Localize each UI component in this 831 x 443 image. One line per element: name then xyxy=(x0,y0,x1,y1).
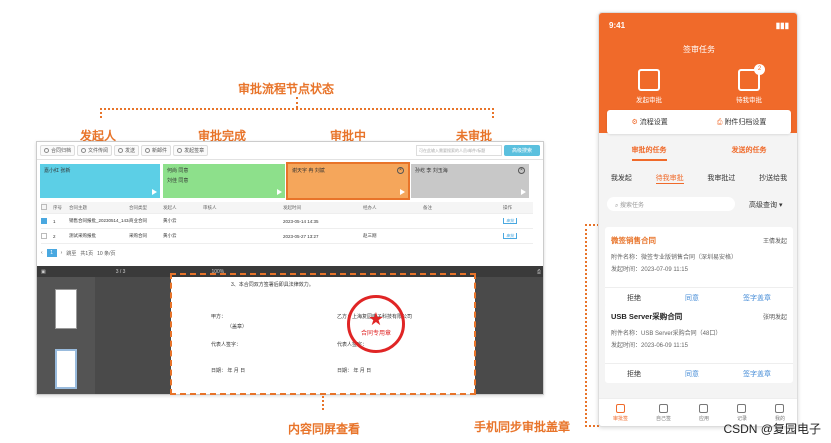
tab-approval-tasks[interactable]: 审批的任务 xyxy=(631,145,667,161)
filter-tabs: 我发起 待我审批 我审批过 抄送给我 xyxy=(599,173,797,184)
quick-actions: 发起审批 2 待我审批 xyxy=(599,64,797,104)
tab-sent-tasks[interactable]: 发送的任务 xyxy=(732,145,767,161)
start-approval-button[interactable]: 发起审批 xyxy=(636,69,662,104)
advanced-query-button[interactable]: 高级查询 ▾ xyxy=(749,200,782,210)
flow-card-pending[interactable]: 孙屹 李 刘玉海 × xyxy=(411,164,529,198)
file-icon xyxy=(81,148,87,153)
page-size-select[interactable]: 10 条/页 xyxy=(97,250,115,257)
page-thumbnail[interactable] xyxy=(55,349,77,389)
task-card[interactable]: USB Server采购合同 张明发起 附件名称：USB Server采购合同（… xyxy=(605,303,793,383)
sign-seal-button[interactable]: 签字盖章 xyxy=(743,293,771,303)
filter-mine[interactable]: 我发起 xyxy=(611,173,632,184)
watermark: CSDN @复园电子 xyxy=(723,422,821,436)
pagination: ‹ 1 › 跳至 共1页 10 条/页 xyxy=(41,249,116,257)
contract-table: 序号 合同主题 合同类型 发起人 审核人 发起时间 经办人 备注 操作 1 销售… xyxy=(41,202,533,244)
flow-settings-button[interactable]: ⚙ 流程设置 xyxy=(632,117,668,127)
approve-row-button[interactable]: 审批 xyxy=(503,218,517,224)
flow-cards: 嘉小红 张新 何尚 同意 刘佳 同意 谢天宇 冉 刘斌 × 孙屹 李 刘玉海 × xyxy=(37,162,543,200)
page-number[interactable]: 1 xyxy=(46,249,57,257)
document-icon xyxy=(638,69,660,91)
sync-pointer xyxy=(322,396,324,410)
reject-button[interactable]: 拒绝 xyxy=(627,293,641,303)
flow-status-label: 审批流程节点状态 xyxy=(238,82,335,96)
mobile-sign-label: 手机同步审批盖章 xyxy=(474,420,571,434)
nav-approve[interactable]: 审批签 xyxy=(613,403,628,422)
mobile-pointer xyxy=(585,224,599,427)
table-row[interactable]: 2 测试采购报批 采购合同 黄小云 2023-05-27 13:27 赵三刚 审… xyxy=(41,229,533,244)
print-icon[interactable]: ⎙ xyxy=(537,269,541,275)
mail-icon xyxy=(145,148,151,153)
sign-icon xyxy=(177,148,183,153)
approve-icon xyxy=(615,403,625,413)
settings-bar: ⚙ 流程设置 ⎙ 附件归档设置 xyxy=(607,110,791,134)
task-card[interactable]: 微签销售合同 王倩发起 附件名称：微签专业版销售合同（深圳易安格） 发起时间：2… xyxy=(605,227,793,307)
nav-records[interactable]: 记录 xyxy=(737,403,747,422)
toolbar: 合同归档 文件传阅 发送 新邮件 发起签章 可在此输入需要搜索的人员/邮件/标题… xyxy=(37,142,543,160)
sidebar-toggle-icon[interactable]: ▣ xyxy=(41,269,46,275)
new-mail-button[interactable]: 新邮件 xyxy=(141,145,172,156)
next-page-icon[interactable]: › xyxy=(61,250,63,256)
thumbnail-panel xyxy=(37,277,95,394)
select-all-checkbox[interactable] xyxy=(41,204,47,210)
nav-self-sign[interactable]: 自己签 xyxy=(656,403,671,422)
count-badge: 2 xyxy=(754,64,765,75)
advanced-search-button[interactable]: 高级搜索 xyxy=(504,145,540,156)
archive-icon xyxy=(44,148,49,153)
filter-pending[interactable]: 待我审批 xyxy=(655,173,684,184)
table-row[interactable]: 1 销售合同报批_20230514_1434 商业合同 黄小云 2023-05-… xyxy=(41,214,533,229)
filter-cc[interactable]: 抄送给我 xyxy=(759,173,787,184)
viewer-highlight xyxy=(170,273,476,395)
play-icon xyxy=(277,189,282,195)
close-icon[interactable]: × xyxy=(397,167,404,174)
table-header: 序号 合同主题 合同类型 发起人 审核人 发起时间 经办人 备注 操作 xyxy=(41,202,533,214)
agree-button[interactable]: 同意 xyxy=(685,369,699,379)
records-icon xyxy=(737,403,747,413)
attachment-settings-button[interactable]: ⎙ 附件归档设置 xyxy=(717,117,767,127)
send-button[interactable]: 发送 xyxy=(114,145,140,156)
bracket-line xyxy=(100,108,494,118)
agree-button[interactable]: 同意 xyxy=(685,293,699,303)
send-icon xyxy=(118,148,124,153)
task-search-input[interactable]: ⌕ 搜索任务 xyxy=(607,197,735,211)
mobile-app: 9:41 ▮▮▮ 签审任务 发起审批 2 待我审批 ⚙ 流程设置 ⎙ 附件归档设置 … xyxy=(598,12,798,427)
flow-card-approved[interactable]: 何尚 同意 刘佳 同意 xyxy=(163,164,285,198)
prev-page-icon[interactable]: ‹ xyxy=(41,250,43,256)
filter-approved[interactable]: 我审批过 xyxy=(707,173,735,184)
play-icon xyxy=(400,189,405,195)
mobile-title: 签审任务 xyxy=(683,45,715,54)
sync-view-label: 内容同屏查看 xyxy=(288,422,361,436)
start-sign-button[interactable]: 发起签章 xyxy=(173,145,209,156)
play-icon xyxy=(152,189,157,195)
checklist-icon: 2 xyxy=(738,64,765,91)
apps-icon xyxy=(699,403,709,413)
flow-icon: ⚙ xyxy=(631,119,640,126)
nav-apps[interactable]: 应用 xyxy=(699,403,709,422)
battery-icon: ▮▮▮ xyxy=(775,21,789,30)
status-bar: 9:41 ▮▮▮ xyxy=(609,21,789,30)
bracket-stem xyxy=(296,97,298,108)
user-icon xyxy=(775,403,785,413)
nav-profile[interactable]: 我的 xyxy=(775,403,785,422)
approve-row-button[interactable]: 审批 xyxy=(503,233,517,239)
sign-icon xyxy=(658,403,668,413)
row-checkbox[interactable] xyxy=(41,217,47,224)
play-icon xyxy=(521,189,526,195)
circulate-button[interactable]: 文件传阅 xyxy=(77,145,113,156)
sign-seal-button[interactable]: 签字盖章 xyxy=(743,369,771,379)
close-icon[interactable]: × xyxy=(518,167,525,174)
task-actions: 拒绝 同意 签字盖章 xyxy=(605,363,793,383)
pending-approval-button[interactable]: 2 待我审批 xyxy=(736,64,765,104)
row-checkbox[interactable] xyxy=(41,232,47,239)
reject-button[interactable]: 拒绝 xyxy=(627,369,641,379)
page-thumbnail[interactable] xyxy=(55,289,77,329)
task-tabs: 审批的任务 发送的任务 xyxy=(599,145,797,161)
flow-card-initiator[interactable]: 嘉小红 张新 xyxy=(40,164,160,198)
page-indicator[interactable]: 3 / 3 xyxy=(116,269,126,275)
archive-button[interactable]: 合同归档 xyxy=(40,145,76,156)
flow-card-in-progress[interactable]: 谢天宇 冉 刘斌 × xyxy=(286,162,410,200)
search-input[interactable]: 可在此输入需要搜索的人员/邮件/标题 xyxy=(416,145,502,156)
